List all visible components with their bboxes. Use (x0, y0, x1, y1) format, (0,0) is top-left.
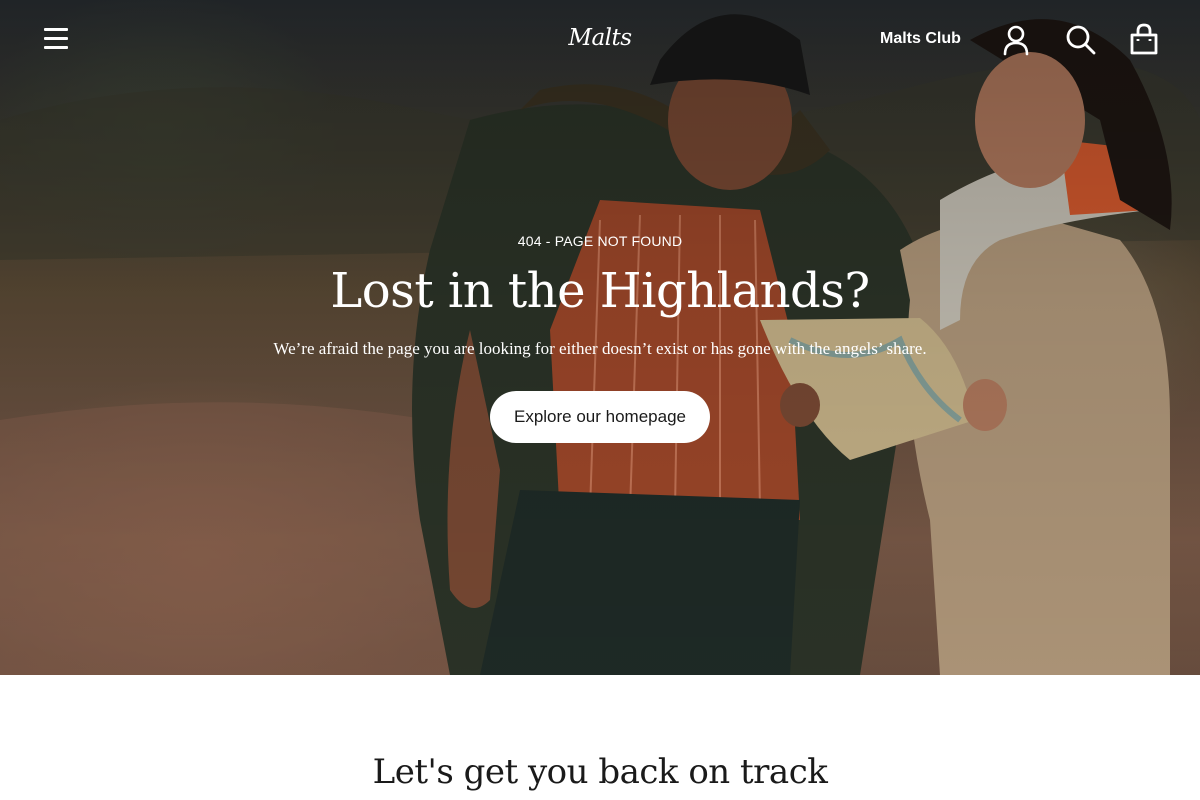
page-title: Lost in the Highlands? (330, 263, 870, 319)
section-heading: Let's get you back on track (372, 752, 828, 792)
page-subtitle: We’re afraid the page you are looking fo… (273, 339, 927, 358)
explore-homepage-button[interactable]: Explore our homepage (490, 391, 710, 443)
hero-content: 404 - PAGE NOT FOUND Lost in the Highlan… (0, 0, 1200, 675)
error-code-label: 404 - PAGE NOT FOUND (517, 233, 683, 249)
hero-banner: Malts Malts Club 404 - PAGE NOT FOUND Lo… (0, 0, 1200, 675)
